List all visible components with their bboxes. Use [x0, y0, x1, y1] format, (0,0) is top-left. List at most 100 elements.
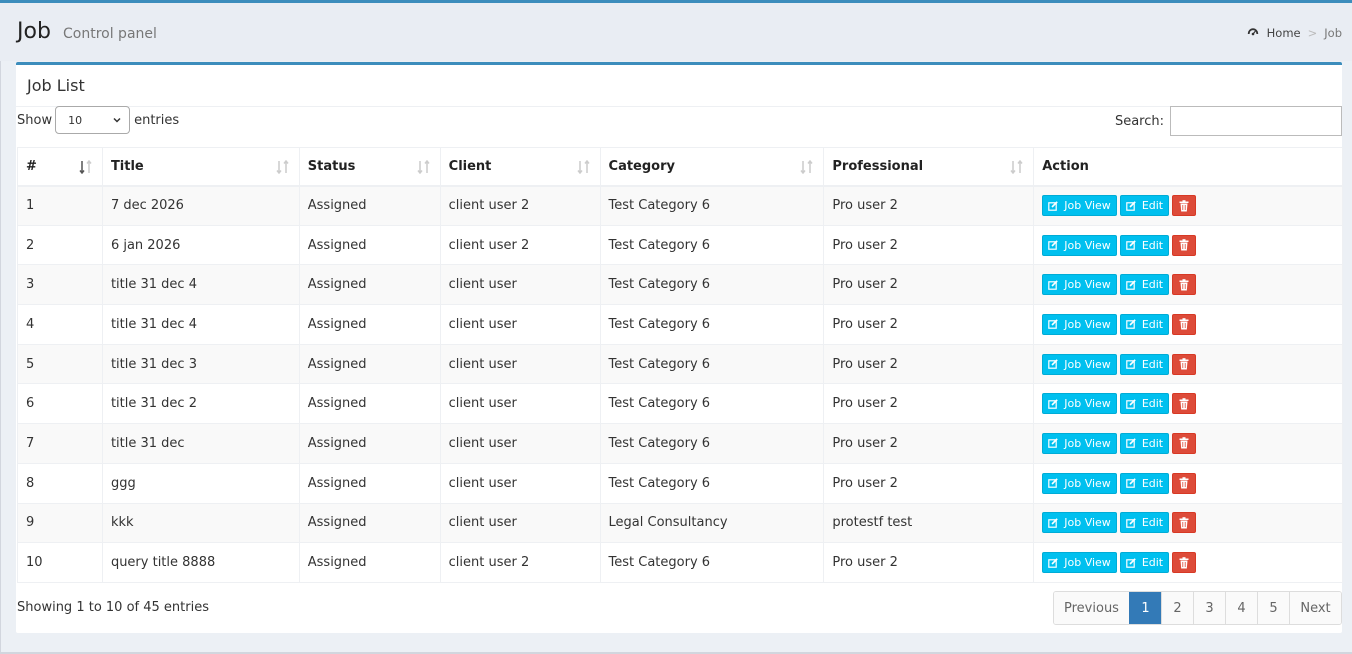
job-view-button[interactable]: Job View — [1042, 313, 1117, 335]
pagination-page[interactable]: 3 — [1193, 592, 1225, 624]
column-header-4[interactable]: Category — [599, 147, 825, 187]
job-view-label: Job View — [1064, 278, 1111, 292]
delete-button[interactable] — [1172, 234, 1197, 256]
pagination-next[interactable]: Next — [1289, 592, 1341, 624]
column-header-2[interactable]: Status — [298, 147, 441, 187]
edit-label: Edit — [1141, 357, 1164, 371]
edit-button[interactable]: Edit — [1119, 313, 1170, 335]
breadcrumb-home[interactable]: Home — [1267, 26, 1301, 40]
edit-button[interactable]: Edit — [1119, 353, 1170, 375]
table-row: 6 title 31 dec 2 Assigned client user Test C… — [17, 383, 1343, 425]
table-info: Showing 1 to 10 of 45 entries — [17, 600, 209, 615]
job-view-label: Job View — [1064, 199, 1111, 213]
trash-icon — [1179, 517, 1189, 529]
edit-button[interactable]: Edit — [1119, 552, 1170, 574]
edit-label: Edit — [1141, 397, 1164, 411]
pagination-page[interactable]: 4 — [1225, 592, 1257, 624]
job-view-button[interactable]: Job View — [1042, 552, 1117, 574]
edit-square-icon — [1048, 319, 1061, 330]
table-cell: Assigned — [298, 502, 441, 544]
table-cell: kkk — [101, 502, 300, 544]
job-view-button[interactable]: Job View — [1042, 472, 1117, 494]
table-cell: Pro user 2 — [823, 185, 1035, 226]
table-cell: 2 — [17, 224, 103, 266]
show-label: Show — [17, 112, 53, 128]
edit-square-icon — [1126, 279, 1139, 290]
table-cell: title 31 dec — [101, 423, 300, 464]
edit-button[interactable]: Edit — [1119, 512, 1170, 534]
edit-button[interactable]: Edit — [1119, 234, 1170, 256]
job-table: # Title Status Client Category Professional Ac… — [17, 147, 1343, 583]
delete-button[interactable] — [1172, 274, 1197, 296]
column-header-0[interactable]: # — [17, 147, 103, 187]
job-view-button[interactable]: Job View — [1042, 274, 1117, 296]
table-cell: Assigned — [298, 264, 441, 306]
table-cell: title 31 dec 3 — [101, 343, 300, 385]
pagination-page[interactable]: 1 — [1129, 592, 1161, 624]
table-cell: Pro user 2 — [823, 462, 1035, 504]
search-input[interactable] — [1170, 106, 1342, 136]
edit-button[interactable]: Edit — [1119, 195, 1170, 217]
edit-button[interactable]: Edit — [1119, 274, 1170, 296]
job-view-button[interactable]: Job View — [1042, 195, 1117, 217]
job-view-button[interactable]: Job View — [1042, 353, 1117, 375]
action-cell: Job View Edit — [1033, 343, 1343, 385]
table-cell: Assigned — [298, 383, 441, 425]
delete-button[interactable] — [1172, 472, 1197, 494]
job-view-button[interactable]: Job View — [1042, 512, 1117, 534]
delete-button[interactable] — [1172, 195, 1197, 217]
pagination-page[interactable]: 5 — [1257, 592, 1289, 624]
page-title: Job — [17, 19, 51, 44]
delete-button[interactable] — [1172, 512, 1197, 534]
edit-button[interactable]: Edit — [1119, 432, 1170, 454]
column-header-label: Category — [608, 158, 675, 174]
table-row: 4 title 31 dec 4 Assigned client user Test C… — [17, 304, 1343, 345]
table-cell: Assigned — [298, 542, 441, 583]
job-view-button[interactable]: Job View — [1042, 234, 1117, 256]
sort-icon — [1010, 159, 1024, 175]
action-cell: Job View Edit — [1033, 423, 1343, 464]
pagination-page[interactable]: 2 — [1161, 592, 1193, 624]
table-cell: 3 — [17, 264, 103, 306]
left-edge — [0, 61, 1, 654]
trash-icon — [1179, 556, 1189, 569]
edit-button[interactable]: Edit — [1119, 472, 1170, 494]
edit-button[interactable]: Edit — [1119, 393, 1170, 415]
edit-square-icon — [1126, 200, 1139, 211]
action-cell: Job View Edit — [1033, 264, 1343, 306]
edit-square-icon — [1126, 319, 1139, 330]
job-view-label: Job View — [1064, 436, 1111, 450]
delete-button[interactable] — [1172, 353, 1197, 375]
table-cell: client user — [439, 502, 601, 544]
edit-label: Edit — [1141, 436, 1164, 450]
job-view-label: Job View — [1064, 317, 1111, 331]
dashboard-icon — [1246, 28, 1259, 39]
trash-icon — [1179, 437, 1189, 449]
column-header-label: # — [26, 158, 37, 174]
table-cell: Legal Consultancy — [599, 502, 825, 544]
page-size-select[interactable]: 10 — [55, 106, 131, 134]
delete-button[interactable] — [1172, 313, 1197, 335]
job-view-label: Job View — [1064, 238, 1111, 252]
table-row: 9 kkk Assigned client user Legal Consultancy… — [17, 502, 1343, 544]
job-view-button[interactable]: Job View — [1042, 393, 1117, 415]
page-size-value: 10 — [68, 113, 83, 127]
job-view-button[interactable]: Job View — [1042, 432, 1117, 454]
table-cell: 6 — [17, 383, 103, 425]
delete-button[interactable] — [1172, 552, 1197, 574]
table-cell: client user — [439, 343, 601, 385]
table-cell: protestf test — [823, 502, 1035, 544]
table-cell: client user 2 — [439, 542, 601, 583]
action-cell: Job View Edit — [1033, 185, 1343, 226]
edit-label: Edit — [1141, 199, 1164, 213]
chevron-down-icon — [113, 117, 121, 123]
column-header-1[interactable]: Title — [101, 147, 300, 187]
delete-button[interactable] — [1172, 432, 1197, 454]
delete-button[interactable] — [1172, 393, 1197, 415]
column-header-3[interactable]: Client — [439, 147, 601, 187]
pagination-previous[interactable]: Previous — [1054, 592, 1129, 624]
table-cell: Pro user 2 — [823, 343, 1035, 385]
column-header-5[interactable]: Professional — [823, 147, 1035, 187]
trash-icon — [1179, 278, 1189, 291]
table-cell: 6 jan 2026 — [101, 224, 300, 266]
